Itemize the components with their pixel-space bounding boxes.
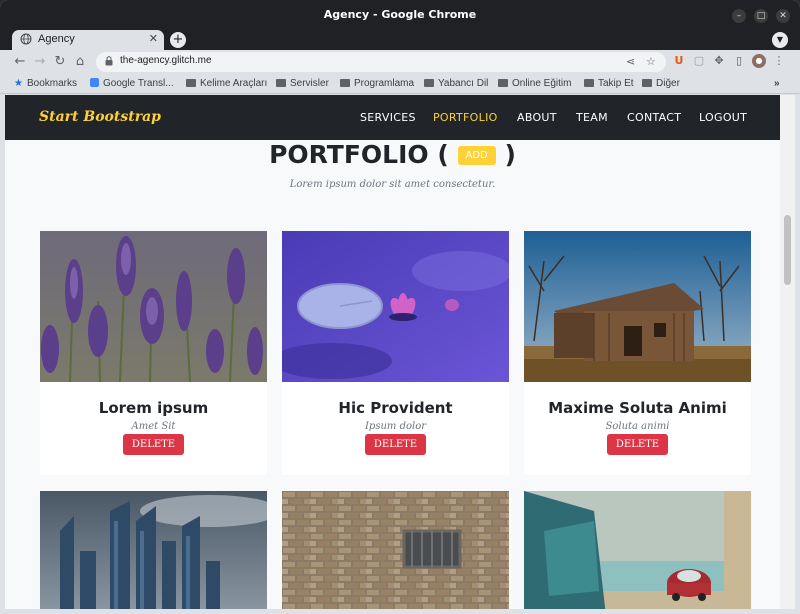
side-panel-icon[interactable]: ▯ bbox=[732, 54, 746, 68]
folder-icon bbox=[186, 79, 196, 87]
old-barn-image[interactable] bbox=[524, 231, 751, 382]
tab-close-icon[interactable]: ✕ bbox=[149, 32, 158, 45]
card-title: Lorem ipsum bbox=[98, 399, 209, 417]
profile-avatar[interactable]: ● bbox=[752, 54, 766, 68]
new-tab-button[interactable]: + bbox=[170, 32, 186, 48]
extension-placeholder-icon[interactable]: ▢ bbox=[692, 54, 706, 68]
delete-button[interactable]: DELETE bbox=[122, 434, 185, 455]
folder-icon bbox=[424, 79, 434, 87]
nav-services[interactable]: SERVICES bbox=[360, 111, 416, 124]
folder-icon bbox=[276, 79, 286, 87]
card-subtitle: Soluta animi bbox=[605, 421, 670, 432]
nav-portfolio[interactable]: PORTFOLIO bbox=[433, 111, 498, 124]
share-icon[interactable]: ⋖ bbox=[626, 55, 635, 68]
address-bar[interactable]: the-agency.glitch.me ⋖ ☆ bbox=[96, 52, 666, 72]
forward-icon[interactable]: → bbox=[32, 54, 48, 70]
star-icon: ★ bbox=[14, 78, 23, 89]
portfolio-card: Lorem ipsum Amet Sit DELETE bbox=[40, 231, 267, 475]
nav-team[interactable]: TEAM bbox=[576, 111, 608, 124]
home-icon[interactable]: ⌂ bbox=[72, 54, 88, 70]
browser-tab[interactable]: Agency ✕ bbox=[12, 30, 164, 50]
portfolio-card bbox=[40, 491, 267, 609]
tab-search-button[interactable]: ▼ bbox=[772, 32, 788, 48]
bookmark-folder[interactable]: Programlama bbox=[340, 78, 414, 89]
vintage-car-beach-image[interactable] bbox=[524, 491, 751, 609]
card-subtitle: Ipsum dolor bbox=[364, 421, 426, 432]
ublock-extension-icon[interactable]: U bbox=[672, 54, 686, 68]
url-text: the-agency.glitch.me bbox=[120, 55, 212, 66]
reload-icon[interactable]: ↻ bbox=[52, 54, 68, 70]
title-bar: Agency - Google Chrome – □ ✕ bbox=[0, 0, 800, 30]
add-button[interactable]: ADD bbox=[457, 146, 496, 165]
portfolio-heading: PORTFOLIO ( ADD ) bbox=[269, 140, 516, 169]
bookmark-folder[interactable]: Yabancı Dil bbox=[424, 78, 488, 89]
maximize-button[interactable]: □ bbox=[754, 9, 768, 23]
bookmarks-overflow-icon[interactable]: » bbox=[774, 78, 780, 89]
chrome-menu-icon[interactable]: ⋮ bbox=[772, 54, 786, 68]
tab-strip: Agency ✕ + ▼ bbox=[0, 30, 800, 50]
browser-toolbar: ← → ↻ ⌂ the-agency.glitch.me ⋖ ☆ U ▢ ✥ ▯… bbox=[0, 50, 800, 74]
bookmark-item-google-translate[interactable]: Google Transl... bbox=[90, 78, 174, 89]
bookmark-item-bookmarks[interactable]: ★ Bookmarks bbox=[14, 78, 77, 89]
site-brand[interactable]: Start Bootstrap bbox=[39, 109, 161, 125]
back-icon[interactable]: ← bbox=[12, 54, 28, 70]
scrollbar-thumb[interactable] bbox=[784, 215, 791, 285]
minimize-button[interactable]: – bbox=[732, 9, 746, 23]
nav-about[interactable]: ABOUT bbox=[517, 111, 557, 124]
bookmark-folder[interactable]: Online Eğitim bbox=[498, 78, 571, 89]
extensions-puzzle-icon[interactable]: ✥ bbox=[712, 54, 726, 68]
portfolio-card bbox=[524, 491, 751, 609]
google-translate-icon bbox=[90, 78, 99, 87]
window-title: Agency - Google Chrome bbox=[323, 8, 477, 21]
bookmark-star-icon[interactable]: ☆ bbox=[646, 55, 656, 68]
bookmarks-bar: ★ Bookmarks Google Transl... Kelime Araçl… bbox=[0, 74, 800, 94]
bookmark-folder[interactable]: Servisler bbox=[276, 78, 329, 89]
folder-icon bbox=[642, 79, 652, 87]
card-title: Maxime Soluta Animi bbox=[548, 399, 727, 417]
card-subtitle: Amet Sit bbox=[131, 421, 176, 432]
nav-contact[interactable]: CONTACT bbox=[627, 111, 681, 124]
portfolio-card: Hic Provident Ipsum dolor DELETE bbox=[282, 231, 509, 475]
tab-title: Agency bbox=[38, 33, 75, 45]
delete-button[interactable]: DELETE bbox=[606, 434, 669, 455]
portfolio-subheading: Lorem ipsum dolor sit amet consectetur. bbox=[289, 179, 496, 190]
card-title: Hic Provident bbox=[338, 399, 453, 417]
bookmark-folder[interactable]: Diğer bbox=[642, 78, 680, 89]
brick-wall-image[interactable] bbox=[282, 491, 509, 609]
page-viewport: Start Bootstrap SERVICES PORTFOLIO ABOUT… bbox=[5, 95, 780, 609]
browser-window: Agency - Google Chrome – □ ✕ Agency ✕ + … bbox=[0, 0, 800, 614]
bookmark-folder[interactable]: Takip Et bbox=[584, 78, 634, 89]
lavender-image[interactable] bbox=[40, 231, 267, 382]
globe-icon bbox=[20, 33, 32, 45]
close-window-button[interactable]: ✕ bbox=[776, 9, 790, 23]
page-scrollbar[interactable] bbox=[780, 95, 795, 609]
lock-icon bbox=[105, 56, 113, 66]
portfolio-card: Maxime Soluta Animi Soluta animi DELETE bbox=[524, 231, 751, 475]
folder-icon bbox=[584, 79, 594, 87]
folder-icon bbox=[340, 79, 350, 87]
folder-icon bbox=[498, 79, 508, 87]
lotus-image[interactable] bbox=[282, 231, 509, 382]
site-navbar: Start Bootstrap SERVICES PORTFOLIO ABOUT… bbox=[5, 95, 780, 140]
bookmark-folder[interactable]: Kelime Araçları bbox=[186, 78, 267, 89]
delete-button[interactable]: DELETE bbox=[364, 434, 427, 455]
nav-logout[interactable]: LOGOUT bbox=[699, 111, 747, 124]
skyscrapers-image[interactable] bbox=[40, 491, 267, 609]
portfolio-card bbox=[282, 491, 509, 609]
